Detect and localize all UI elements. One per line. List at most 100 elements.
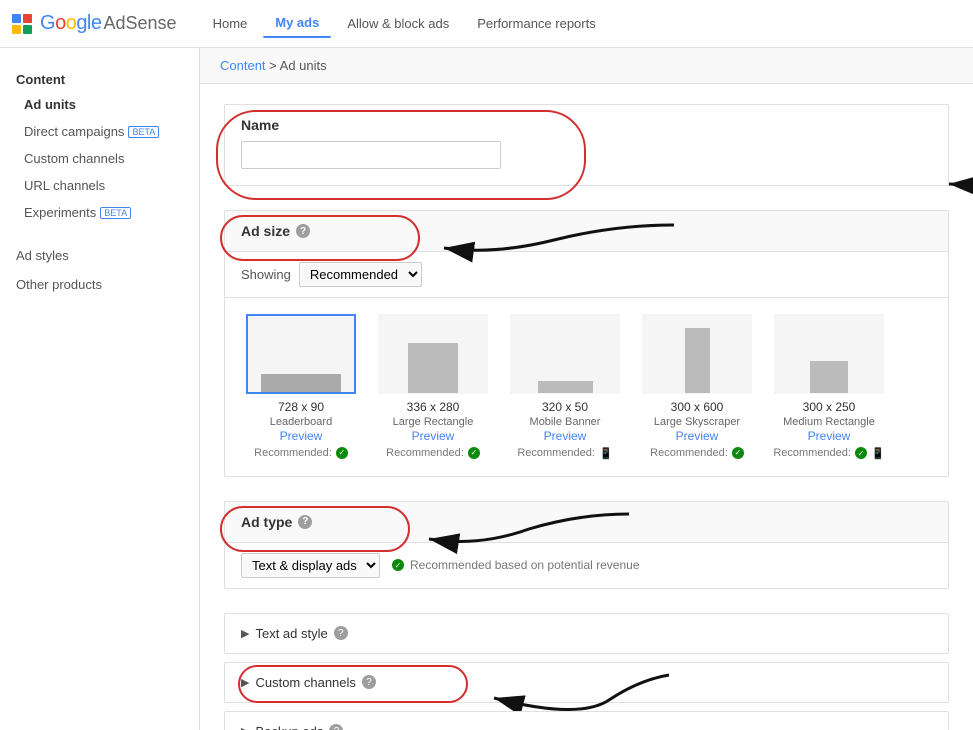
- name-input[interactable]: [241, 141, 501, 169]
- medium-rectangle-check-icon: ✓: [855, 447, 867, 459]
- ad-type-recommended-note: ✓ Recommended based on potential revenue: [392, 558, 640, 572]
- leaderboard-size-label: 728 x 90: [241, 400, 361, 416]
- large-rectangle-recommended: Recommended: ✓: [373, 447, 493, 459]
- medium-rectangle-preview-link[interactable]: Preview: [808, 429, 851, 443]
- direct-campaigns-beta-badge: BETA: [128, 126, 159, 138]
- recommended-text4: Recommended:: [650, 447, 728, 459]
- text-ad-style-header[interactable]: ▶ Text ad style ?: [225, 614, 948, 653]
- ad-type-section: Ad type ? Text & display ads Text ads on…: [224, 501, 949, 589]
- name-label: Name: [225, 105, 948, 141]
- google-logo-grid: [12, 14, 32, 34]
- form-area: Name: [200, 84, 973, 730]
- large-skyscraper-size-label: 300 x 600: [637, 400, 757, 416]
- custom-channels-arrow: ▶: [241, 676, 249, 689]
- sidebar-item-ad-styles[interactable]: Ad styles: [0, 238, 199, 267]
- sidebar-item-url-channels[interactable]: URL channels: [0, 172, 199, 199]
- text-ad-style-arrow: ▶: [241, 627, 249, 640]
- sidebar-section-content: Content: [0, 64, 199, 91]
- medium-rectangle-recommended: Recommended: ✓ 📱: [769, 447, 889, 460]
- large-skyscraper-name: Large Skyscraper: [637, 416, 757, 428]
- large-rectangle-preview: [378, 314, 488, 394]
- text-ad-style-help-icon[interactable]: ?: [334, 626, 348, 640]
- medium-rectangle-size-label: 300 x 250: [769, 400, 889, 416]
- page-layout: Content Ad units Direct campaigns BETA C…: [0, 48, 973, 730]
- large-skyscraper-check-icon: ✓: [732, 447, 744, 459]
- backup-ads-label: Backup ads: [255, 724, 323, 730]
- mobile-banner-preview-link[interactable]: Preview: [544, 429, 587, 443]
- sidebar-item-custom-channels[interactable]: Custom channels: [0, 145, 199, 172]
- nav-performance[interactable]: Performance reports: [465, 10, 608, 37]
- sidebar-item-ad-units[interactable]: Ad units: [0, 91, 199, 118]
- ad-type-label: Ad type: [241, 514, 292, 530]
- breadcrumb-parent[interactable]: Content: [220, 58, 266, 73]
- leaderboard-preview: [246, 314, 356, 394]
- large-skyscraper-preview: [642, 314, 752, 394]
- nav-my-ads[interactable]: My ads: [263, 9, 331, 38]
- recommended-text5: Recommended:: [773, 447, 851, 459]
- ad-size-large-rectangle[interactable]: 336 x 280 Large Rectangle Preview Recomm…: [373, 314, 493, 460]
- large-rectangle-name: Large Rectangle: [373, 416, 493, 428]
- ad-type-row: Text & display ads Text ads only Display…: [225, 543, 948, 588]
- mobile-banner-size-label: 320 x 50: [505, 400, 625, 416]
- breadcrumb: Content > Ad units: [200, 48, 973, 84]
- large-skyscraper-preview-link[interactable]: Preview: [676, 429, 719, 443]
- sidebar-item-other-products[interactable]: Other products: [0, 267, 199, 296]
- nav-allow-block[interactable]: Allow & block ads: [335, 10, 461, 37]
- recommended-text: Recommended:: [254, 447, 332, 459]
- ad-size-large-skyscraper[interactable]: 300 x 600 Large Skyscraper Preview Recom…: [637, 314, 757, 460]
- backup-ads-help-icon[interactable]: ?: [329, 724, 343, 730]
- adsense-logo-text: AdSense: [104, 13, 177, 34]
- ad-size-label: Ad size: [241, 223, 290, 239]
- logo-area: Google AdSense: [12, 12, 177, 35]
- medium-rectangle-name: Medium Rectangle: [769, 416, 889, 428]
- ad-size-header: Ad size ?: [225, 211, 948, 252]
- backup-ads-arrow: ▶: [241, 725, 249, 730]
- custom-channels-label: Custom channels: [255, 675, 355, 690]
- name-section: Name: [224, 104, 949, 186]
- recommended-text2: Recommended:: [386, 447, 464, 459]
- mobile-banner-recommended: Recommended: 📱: [505, 447, 625, 460]
- sidebar-item-experiments[interactable]: Experiments BETA: [0, 199, 199, 226]
- large-rectangle-preview-link[interactable]: Preview: [412, 429, 455, 443]
- ad-type-select[interactable]: Text & display ads Text ads only Display…: [241, 553, 380, 578]
- mobile-banner-name: Mobile Banner: [505, 416, 625, 428]
- ad-type-header: Ad type ?: [225, 502, 948, 543]
- breadcrumb-current: Ad units: [280, 58, 327, 73]
- ad-size-help-icon[interactable]: ?: [296, 224, 310, 238]
- ad-sizes-grid: 728 x 90 Leaderboard Preview Recommended…: [225, 298, 948, 476]
- ad-size-leaderboard[interactable]: 728 x 90 Leaderboard Preview Recommended…: [241, 314, 361, 460]
- breadcrumb-separator: >: [266, 58, 280, 73]
- custom-channels-section: ▶ Custom channels ?: [224, 662, 949, 703]
- backup-ads-header[interactable]: ▶ Backup ads ?: [225, 712, 948, 730]
- custom-channels-header[interactable]: ▶ Custom channels ?: [225, 663, 948, 702]
- leaderboard-check-icon: ✓: [336, 447, 348, 459]
- leaderboard-preview-link[interactable]: Preview: [280, 429, 323, 443]
- ad-size-mobile-banner[interactable]: 320 x 50 Mobile Banner Preview Recommend…: [505, 314, 625, 460]
- ad-size-medium-rectangle[interactable]: 300 x 250 Medium Rectangle Preview Recom…: [769, 314, 889, 460]
- mobile-banner-preview: [510, 314, 620, 394]
- showing-select[interactable]: Recommended All sizes: [299, 262, 422, 287]
- large-rectangle-check-icon: ✓: [468, 447, 480, 459]
- ad-size-section: Ad size ? Showing Recommended All sizes: [224, 210, 949, 477]
- nav-home[interactable]: Home: [201, 10, 260, 37]
- mobile-banner-mobile-icon: 📱: [599, 447, 613, 460]
- name-input-wrap: [225, 141, 948, 185]
- sidebar-item-direct-campaigns[interactable]: Direct campaigns BETA: [0, 118, 199, 145]
- text-ad-style-section: ▶ Text ad style ?: [224, 613, 949, 654]
- recommended-text3: Recommended:: [517, 447, 595, 459]
- ad-type-note-text: Recommended based on potential revenue: [410, 558, 640, 572]
- ad-type-check-icon: ✓: [392, 559, 404, 571]
- google-logo-text: Google: [40, 12, 102, 35]
- main-content: Content > Ad units Name: [200, 48, 973, 730]
- medium-rectangle-mobile-icon: 📱: [871, 447, 885, 460]
- medium-rectangle-preview: [774, 314, 884, 394]
- leaderboard-recommended: Recommended: ✓: [241, 447, 361, 459]
- sidebar-item-experiments-label: Experiments: [24, 205, 96, 220]
- backup-ads-section: ▶ Backup ads ?: [224, 711, 949, 730]
- ad-type-help-icon[interactable]: ?: [298, 515, 312, 529]
- top-nav: Google AdSense Home My ads Allow & block…: [0, 0, 973, 48]
- sidebar-item-direct-campaigns-label: Direct campaigns: [24, 124, 124, 139]
- large-rectangle-size-label: 336 x 280: [373, 400, 493, 416]
- custom-channels-help-icon[interactable]: ?: [362, 675, 376, 689]
- large-skyscraper-recommended: Recommended: ✓: [637, 447, 757, 459]
